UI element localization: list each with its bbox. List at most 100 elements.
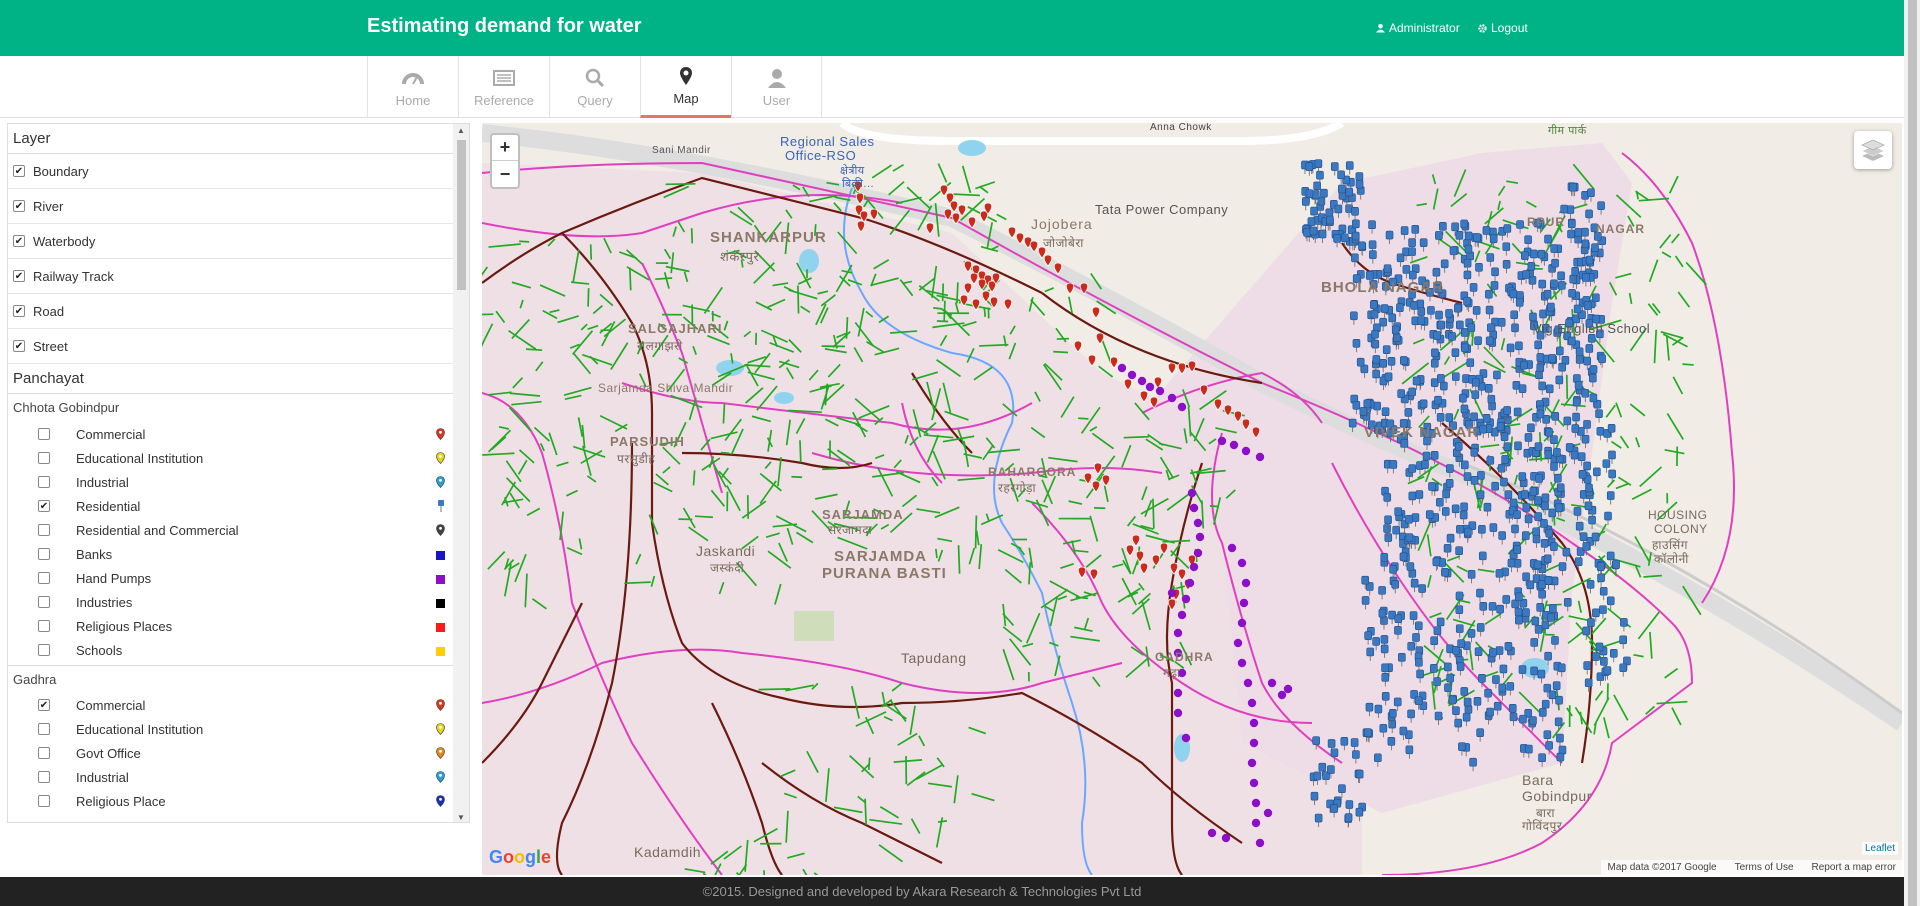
layer-checkbox[interactable]: ✔ bbox=[13, 270, 25, 282]
residential-marker[interactable] bbox=[1486, 456, 1495, 465]
residential-marker[interactable] bbox=[1333, 234, 1341, 243]
residential-marker[interactable] bbox=[1408, 464, 1417, 473]
residential-marker[interactable] bbox=[1551, 636, 1559, 645]
residential-marker[interactable] bbox=[1527, 423, 1535, 433]
residential-marker[interactable] bbox=[1431, 348, 1439, 358]
residential-marker[interactable] bbox=[1582, 626, 1591, 636]
residential-marker[interactable] bbox=[1464, 705, 1473, 714]
residential-marker[interactable] bbox=[1521, 251, 1529, 260]
residential-marker[interactable] bbox=[1330, 162, 1339, 171]
residential-marker[interactable] bbox=[1369, 250, 1377, 259]
residential-marker[interactable] bbox=[1571, 267, 1579, 276]
residential-marker[interactable] bbox=[1544, 651, 1552, 661]
residential-marker[interactable] bbox=[1445, 309, 1453, 318]
residential-marker[interactable] bbox=[1530, 666, 1538, 676]
residential-marker[interactable] bbox=[1305, 189, 1314, 199]
residential-marker[interactable] bbox=[1379, 723, 1388, 733]
residential-marker[interactable] bbox=[1585, 209, 1593, 219]
residential-marker[interactable] bbox=[1575, 521, 1584, 531]
hand-pump-marker[interactable] bbox=[1247, 698, 1257, 708]
hand-pump-marker[interactable] bbox=[1227, 543, 1237, 553]
residential-marker[interactable] bbox=[1407, 641, 1416, 651]
residential-marker[interactable] bbox=[1466, 358, 1475, 367]
residential-marker[interactable] bbox=[1350, 311, 1358, 321]
category-checkbox[interactable] bbox=[38, 596, 50, 608]
residential-marker[interactable] bbox=[1503, 224, 1512, 233]
residential-marker[interactable] bbox=[1310, 791, 1319, 801]
residential-marker[interactable] bbox=[1560, 204, 1568, 214]
hand-pump-marker[interactable] bbox=[1193, 548, 1203, 558]
residential-marker[interactable] bbox=[1529, 716, 1537, 725]
residential-marker[interactable] bbox=[1508, 703, 1517, 713]
residential-marker[interactable] bbox=[1364, 631, 1372, 640]
residential-marker[interactable] bbox=[1382, 345, 1391, 354]
hand-pump-marker[interactable] bbox=[1173, 688, 1183, 698]
residential-marker[interactable] bbox=[1463, 296, 1471, 306]
residential-marker[interactable] bbox=[1478, 674, 1486, 683]
residential-marker[interactable] bbox=[1419, 238, 1428, 247]
residential-marker[interactable] bbox=[1583, 420, 1591, 429]
residential-marker[interactable] bbox=[1394, 614, 1403, 623]
map-marker[interactable] bbox=[1109, 356, 1119, 369]
residential-marker[interactable] bbox=[1394, 507, 1403, 516]
residential-marker[interactable] bbox=[1570, 450, 1579, 460]
residential-marker[interactable] bbox=[1540, 519, 1548, 528]
residential-marker[interactable] bbox=[1534, 512, 1542, 521]
hand-pump-marker[interactable] bbox=[1137, 376, 1147, 386]
residential-marker[interactable] bbox=[1474, 647, 1483, 656]
residential-marker[interactable] bbox=[1379, 359, 1387, 368]
residential-marker[interactable] bbox=[1584, 678, 1593, 688]
residential-marker[interactable] bbox=[1365, 702, 1374, 712]
residential-marker[interactable] bbox=[1394, 626, 1402, 635]
residential-marker[interactable] bbox=[1318, 229, 1327, 239]
category-checkbox[interactable]: ✔ bbox=[38, 500, 50, 512]
residential-marker[interactable] bbox=[1595, 409, 1603, 418]
residential-marker[interactable] bbox=[1458, 742, 1466, 751]
residential-marker[interactable] bbox=[1506, 682, 1515, 691]
residential-marker[interactable] bbox=[1467, 570, 1476, 579]
residential-marker[interactable] bbox=[1462, 374, 1470, 383]
tab-user[interactable]: User bbox=[731, 56, 822, 118]
residential-marker[interactable] bbox=[1476, 623, 1485, 632]
tab-home[interactable]: Home bbox=[367, 56, 458, 118]
residential-marker[interactable] bbox=[1422, 451, 1431, 461]
map-marker[interactable] bbox=[1007, 226, 1017, 239]
residential-marker[interactable] bbox=[1378, 586, 1386, 595]
residential-marker[interactable] bbox=[1592, 652, 1600, 661]
hand-pump-marker[interactable] bbox=[1155, 386, 1165, 396]
residential-marker[interactable] bbox=[1582, 273, 1590, 282]
residential-marker[interactable] bbox=[1383, 264, 1392, 273]
residential-marker[interactable] bbox=[1606, 491, 1615, 500]
residential-marker[interactable] bbox=[1316, 170, 1324, 180]
hand-pump-marker[interactable] bbox=[1243, 678, 1253, 688]
residential-marker[interactable] bbox=[1463, 697, 1472, 707]
page-scrollbar-thumb[interactable] bbox=[1908, 0, 1917, 906]
category-checkbox[interactable] bbox=[38, 771, 50, 783]
residential-marker[interactable] bbox=[1518, 665, 1527, 674]
residential-marker[interactable] bbox=[1534, 625, 1543, 634]
residential-marker[interactable] bbox=[1583, 356, 1592, 366]
residential-marker[interactable] bbox=[1530, 638, 1539, 647]
category-row[interactable]: ✔ Residential bbox=[8, 494, 454, 518]
hand-pump-marker[interactable] bbox=[1177, 402, 1187, 412]
residential-marker[interactable] bbox=[1515, 592, 1523, 602]
category-row[interactable]: Religious Place bbox=[8, 789, 454, 813]
residential-marker[interactable] bbox=[1545, 741, 1553, 750]
residential-marker[interactable] bbox=[1536, 409, 1545, 419]
residential-marker[interactable] bbox=[1388, 719, 1397, 729]
residential-marker[interactable] bbox=[1456, 320, 1464, 330]
residential-marker[interactable] bbox=[1460, 502, 1468, 512]
residential-marker[interactable] bbox=[1572, 412, 1580, 422]
residential-marker[interactable] bbox=[1455, 546, 1463, 555]
hand-pump-marker[interactable] bbox=[1221, 833, 1231, 843]
residential-marker[interactable] bbox=[1589, 373, 1597, 383]
hand-pump-marker[interactable] bbox=[1241, 578, 1251, 588]
map-marker[interactable] bbox=[1167, 362, 1177, 375]
residential-marker[interactable] bbox=[1526, 580, 1535, 590]
residential-marker[interactable] bbox=[1428, 482, 1436, 491]
residential-marker[interactable] bbox=[1551, 411, 1560, 421]
residential-marker[interactable] bbox=[1463, 258, 1472, 268]
residential-marker[interactable] bbox=[1409, 611, 1418, 620]
residential-marker[interactable] bbox=[1573, 507, 1582, 516]
hand-pump-marker[interactable] bbox=[1185, 578, 1195, 588]
